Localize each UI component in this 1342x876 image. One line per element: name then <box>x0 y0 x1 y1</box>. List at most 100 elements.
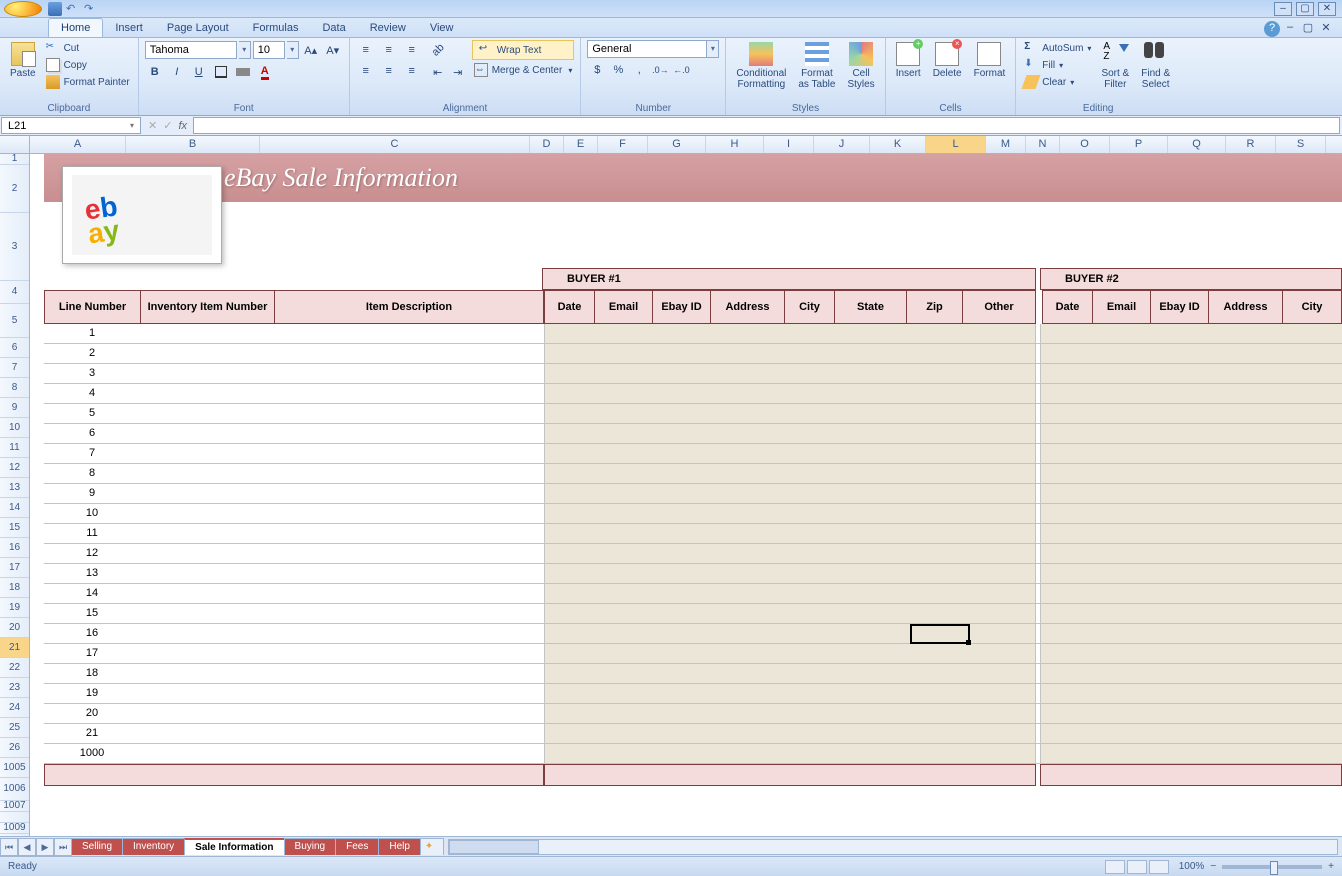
column-header-K[interactable]: K <box>870 136 926 153</box>
tab-home[interactable]: Home <box>48 18 103 37</box>
sheet-tab-selling[interactable]: Selling <box>71 838 123 855</box>
row-header-13[interactable]: 13 <box>0 478 29 498</box>
table-row[interactable]: 13 <box>44 564 1342 584</box>
copy-button[interactable]: Copy <box>44 57 132 73</box>
sheet-tab-inventory[interactable]: Inventory <box>122 838 185 855</box>
normal-view-button[interactable] <box>1105 860 1125 874</box>
table-row[interactable]: 3 <box>44 364 1342 384</box>
column-header-E[interactable]: E <box>564 136 598 153</box>
row-header-1005[interactable]: 1005 <box>0 758 29 778</box>
underline-button[interactable]: U <box>189 62 209 82</box>
italic-button[interactable]: I <box>167 62 187 82</box>
increase-indent-button[interactable]: ⇥ <box>448 62 468 82</box>
table-row[interactable]: 14 <box>44 584 1342 604</box>
column-header-M[interactable]: M <box>986 136 1026 153</box>
office-button[interactable] <box>4 1 42 17</box>
align-top-button[interactable]: ≡ <box>356 40 376 60</box>
align-bottom-button[interactable]: ≡ <box>402 40 422 60</box>
column-header-C[interactable]: C <box>260 136 530 153</box>
align-right-button[interactable]: ≡ <box>402 61 422 81</box>
font-size-selector[interactable]: 10 <box>253 41 285 59</box>
row-header-18[interactable]: 18 <box>0 578 29 598</box>
chevron-down-icon[interactable]: ▾ <box>239 41 251 59</box>
column-header-B[interactable]: B <box>126 136 260 153</box>
table-row[interactable]: 19 <box>44 684 1342 704</box>
table-row[interactable]: 11 <box>44 524 1342 544</box>
tab-nav-last-icon[interactable]: ⏭ <box>54 838 72 856</box>
table-row[interactable]: 10 <box>44 504 1342 524</box>
sheet-tab-buying[interactable]: Buying <box>284 838 337 855</box>
select-all-corner[interactable] <box>0 136 30 153</box>
table-row[interactable]: 9 <box>44 484 1342 504</box>
column-header-R[interactable]: R <box>1226 136 1276 153</box>
accounting-button[interactable]: $ <box>587 60 607 80</box>
enter-formula-icon[interactable]: ✓ <box>163 119 172 132</box>
row-header-1[interactable]: 1 <box>0 154 29 165</box>
column-header-G[interactable]: G <box>648 136 706 153</box>
row-header-6[interactable]: 6 <box>0 338 29 358</box>
border-button[interactable] <box>211 62 231 82</box>
horizontal-scrollbar[interactable] <box>448 839 1338 855</box>
restore-icon[interactable]: ▢ <box>1296 2 1314 16</box>
row-header-5[interactable]: 5 <box>0 304 29 338</box>
tab-review[interactable]: Review <box>358 19 418 37</box>
row-header-26[interactable]: 26 <box>0 738 29 758</box>
row-header-17[interactable]: 17 <box>0 558 29 578</box>
chevron-down-icon[interactable]: ▾ <box>707 40 719 58</box>
save-icon[interactable] <box>48 2 62 16</box>
cell-styles-button[interactable]: Cell Styles <box>843 40 878 92</box>
chevron-down-icon[interactable]: ▾ <box>130 121 134 130</box>
help-icon[interactable]: ? <box>1264 21 1280 37</box>
tab-nav-first-icon[interactable]: ⏮ <box>0 838 18 856</box>
column-header-D[interactable]: D <box>530 136 564 153</box>
format-as-table-button[interactable]: Format as Table <box>794 40 839 92</box>
close-workbook-icon[interactable]: ✕ <box>1318 21 1334 37</box>
number-format-selector[interactable]: General <box>587 40 707 58</box>
tab-insert[interactable]: Insert <box>103 19 155 37</box>
insert-cells-button[interactable]: +Insert <box>892 40 925 81</box>
redo-icon[interactable]: ↷ <box>84 2 98 16</box>
find-select-button[interactable]: Find & Select <box>1137 40 1174 92</box>
row-header-2[interactable]: 2 <box>0 165 29 213</box>
merge-center-button[interactable]: ⇔Merge & Center▾ <box>472 62 575 78</box>
table-row[interactable]: 7 <box>44 444 1342 464</box>
row-header-7[interactable]: 7 <box>0 358 29 378</box>
cells-area[interactable]: eBay Sale Information ebay BUYER #1 BUYE… <box>30 154 1342 836</box>
row-header-14[interactable]: 14 <box>0 498 29 518</box>
page-break-view-button[interactable] <box>1149 860 1169 874</box>
tab-formulas[interactable]: Formulas <box>241 19 311 37</box>
close-icon[interactable]: ✕ <box>1318 2 1336 16</box>
row-header-4[interactable]: 4 <box>0 281 29 304</box>
column-header-F[interactable]: F <box>598 136 648 153</box>
row-header-3[interactable]: 3 <box>0 213 29 281</box>
chevron-down-icon[interactable]: ▾ <box>287 41 299 59</box>
sheet-tab-help[interactable]: Help <box>378 838 421 855</box>
table-row[interactable]: 1000 <box>44 744 1342 764</box>
align-left-button[interactable]: ≡ <box>356 61 376 81</box>
tab-page-layout[interactable]: Page Layout <box>155 19 241 37</box>
decrease-decimal-button[interactable]: ←.0 <box>671 60 691 80</box>
orientation-button[interactable]: ab <box>428 40 448 60</box>
row-header-16[interactable]: 16 <box>0 538 29 558</box>
tab-view[interactable]: View <box>418 19 466 37</box>
column-header-A[interactable]: A <box>30 136 126 153</box>
row-header-10[interactable]: 10 <box>0 418 29 438</box>
cancel-formula-icon[interactable]: ✕ <box>148 119 157 132</box>
column-header-J[interactable]: J <box>814 136 870 153</box>
bold-button[interactable]: B <box>145 62 165 82</box>
row-header-1009[interactable]: 1009 <box>0 823 29 834</box>
table-row[interactable]: 17 <box>44 644 1342 664</box>
row-header-22[interactable]: 22 <box>0 658 29 678</box>
font-color-button[interactable]: A <box>255 62 275 82</box>
table-row[interactable]: 12 <box>44 544 1342 564</box>
grow-font-button[interactable]: A▴ <box>301 40 321 60</box>
column-header-S[interactable]: S <box>1276 136 1326 153</box>
fill-button[interactable]: ⬇Fill▾ <box>1022 57 1093 73</box>
fx-icon[interactable]: fx <box>178 120 187 132</box>
comma-button[interactable]: , <box>629 60 649 80</box>
sheet-tab-fees[interactable]: Fees <box>335 838 379 855</box>
delete-cells-button[interactable]: ×Delete <box>929 40 966 81</box>
table-row[interactable]: 16 <box>44 624 1342 644</box>
clear-button[interactable]: Clear▾ <box>1022 74 1093 90</box>
decrease-indent-button[interactable]: ⇤ <box>428 62 448 82</box>
